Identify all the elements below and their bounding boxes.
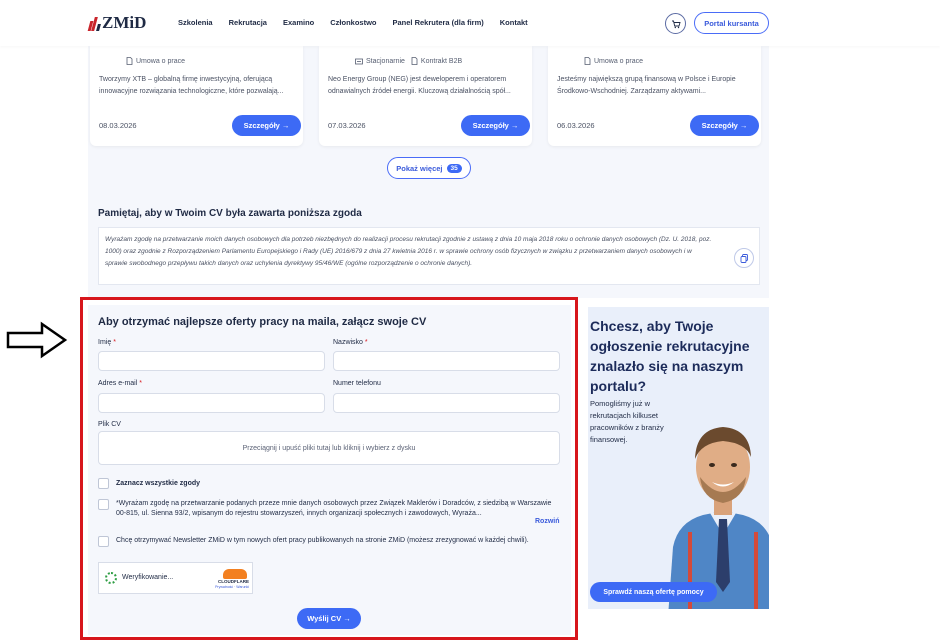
promo-offer-button[interactable]: Sprawdź naszą ofertę pomocy [590, 582, 717, 602]
captcha-links[interactable]: Prywatność · Warunki [215, 585, 249, 589]
cv-file-label: Plik CV [98, 421, 121, 428]
job-details-button[interactable]: Szczegóły → [690, 115, 759, 136]
job-description: Jesteśmy największą grupą finansową w Po… [557, 76, 736, 95]
document-icon [411, 57, 418, 65]
job-details-button[interactable]: Szczegóły → [232, 115, 301, 136]
logo[interactable]: ZMiD [87, 13, 147, 33]
email-field[interactable] [98, 393, 325, 413]
cloud-icon [223, 569, 247, 579]
promo-banner: Chcesz, aby Twoje ogłoszenie rekrutacyjn… [588, 307, 769, 609]
job-card[interactable]: Umowa o prace Tworzymy XTB – globalną fi… [90, 46, 303, 146]
job-tags: Stacjonarnie Kontrakt B2B [355, 57, 462, 65]
consent-text: Wyrażam zgodę na przetwarzanie moich dan… [105, 236, 712, 267]
document-icon [126, 57, 133, 65]
job-card[interactable]: Umowa o prace Jesteśmy największą grupą … [548, 46, 761, 146]
select-all-label: Zaznacz wszystkie zgody [116, 480, 201, 487]
job-description: Tworzymy XTB – globalną firmę inwestycyj… [99, 76, 284, 95]
document-icon [584, 57, 591, 65]
expand-consent-link[interactable]: Rozwiń [535, 518, 560, 525]
captcha-brand: CLOUDFLARE [218, 579, 249, 584]
nav-kontakt[interactable]: Kontakt [492, 17, 536, 29]
logo-text: ZMiD [102, 13, 147, 32]
job-details-button[interactable]: Szczegóły → [461, 115, 530, 136]
job-date: 08.03.2026 [99, 121, 137, 130]
data-processing-checkbox[interactable] [98, 499, 109, 510]
first-name-field[interactable] [98, 351, 325, 371]
cloudflare-logo: CLOUDFLARE Prywatność · Warunki [209, 567, 249, 591]
job-tags: Umowa o prace [584, 57, 643, 65]
select-all-checkbox[interactable] [98, 478, 109, 489]
phone-field[interactable] [333, 393, 560, 413]
main-nav: Szkolenia Rekrutacja Examino Członkostwo… [178, 17, 536, 29]
nav-szkolenia[interactable]: Szkolenia [178, 17, 221, 29]
nav-examino[interactable]: Examino [275, 17, 322, 29]
businessman-image [668, 427, 769, 609]
phone-label: Numer telefonu [333, 380, 381, 387]
promo-title: Chcesz, aby Twoje ogłoszenie rekrutacyjn… [590, 318, 750, 394]
show-more-button[interactable]: Pokaż więcej 35 [387, 157, 471, 179]
captcha-widget[interactable]: Weryfikowanie... CLOUDFLARE Prywatność ·… [98, 562, 253, 594]
office-icon [355, 58, 363, 64]
last-name-label: Nazwisko * [333, 339, 368, 346]
spinner-icon [105, 572, 117, 584]
form-title: Aby otrzymać najlepsze oferty pracy na m… [98, 316, 427, 328]
newsletter-label: Chcę otrzymywać Newsletter ZMiD w tym no… [116, 537, 529, 544]
send-cv-button[interactable]: Wyślij CV → [297, 608, 361, 629]
consent-box: Wyrażam zgodę na przetwarzanie moich dan… [98, 227, 760, 285]
show-more-label: Pokaż więcej [396, 163, 443, 173]
cv-dropzone[interactable]: Przeciągnij i upuść pliki tutaj lub klik… [98, 431, 560, 465]
job-card[interactable]: Stacjonarnie Kontrakt B2B Neo Energy Gro… [319, 46, 532, 146]
cart-button[interactable] [665, 13, 686, 34]
newsletter-checkbox[interactable] [98, 536, 109, 547]
copy-consent-button[interactable] [734, 248, 754, 268]
job-date: 06.03.2026 [557, 121, 595, 130]
first-name-label: Imię * [98, 339, 116, 346]
email-label: Adres e-mail * [98, 380, 142, 387]
captcha-status: Weryfikowanie... [122, 574, 174, 581]
nav-czlonkostwo[interactable]: Członkostwo [322, 17, 384, 29]
job-description: Neo Energy Group (NEG) jest deweloperem … [328, 76, 511, 95]
consent-title: Pamiętaj, aby w Twoim CV była zawarta po… [98, 208, 362, 219]
cart-icon [671, 20, 681, 28]
last-name-field[interactable] [333, 351, 560, 371]
portal-kursanta-button[interactable]: Portal kursanta [694, 12, 769, 34]
show-more-count: 35 [446, 163, 462, 173]
pointer-arrow-icon [6, 321, 68, 359]
logo-mark-icon [87, 15, 101, 31]
job-date: 07.03.2026 [328, 121, 366, 130]
data-processing-label: *Wyrażam zgodę na przetwarzanie podanych… [116, 500, 552, 517]
nav-rekrutacja[interactable]: Rekrutacja [221, 17, 275, 29]
site-header: ZMiD Szkolenia Rekrutacja Examino Członk… [0, 0, 940, 46]
nav-panel-rekrutera[interactable]: Panel Rekrutera (dla firm) [384, 17, 491, 29]
job-tags: Umowa o prace [126, 57, 185, 65]
copy-icon [740, 253, 748, 263]
